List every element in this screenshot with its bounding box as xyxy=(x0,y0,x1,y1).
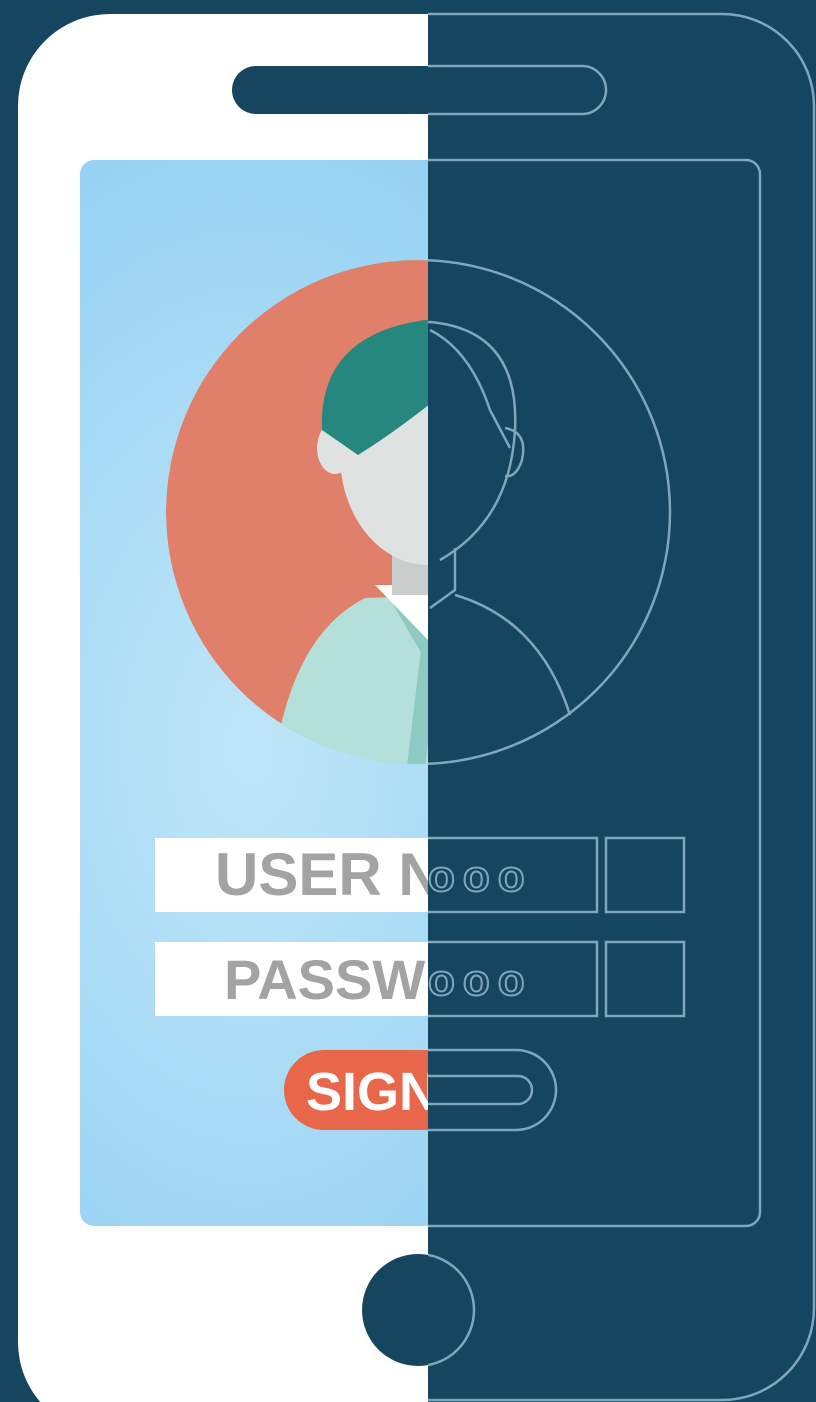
username-dots: ooo xyxy=(428,852,533,901)
phone-login-illustration: USER NA PASSW SIGN ooo ooo xyxy=(0,0,816,1402)
illustration-canvas: USER NA PASSW SIGN ooo ooo xyxy=(0,0,816,1402)
sign-in-label[interactable]: SIGN xyxy=(306,1062,438,1122)
password-dots: ooo xyxy=(428,956,533,1005)
password-label[interactable]: PASSW xyxy=(224,948,425,1011)
